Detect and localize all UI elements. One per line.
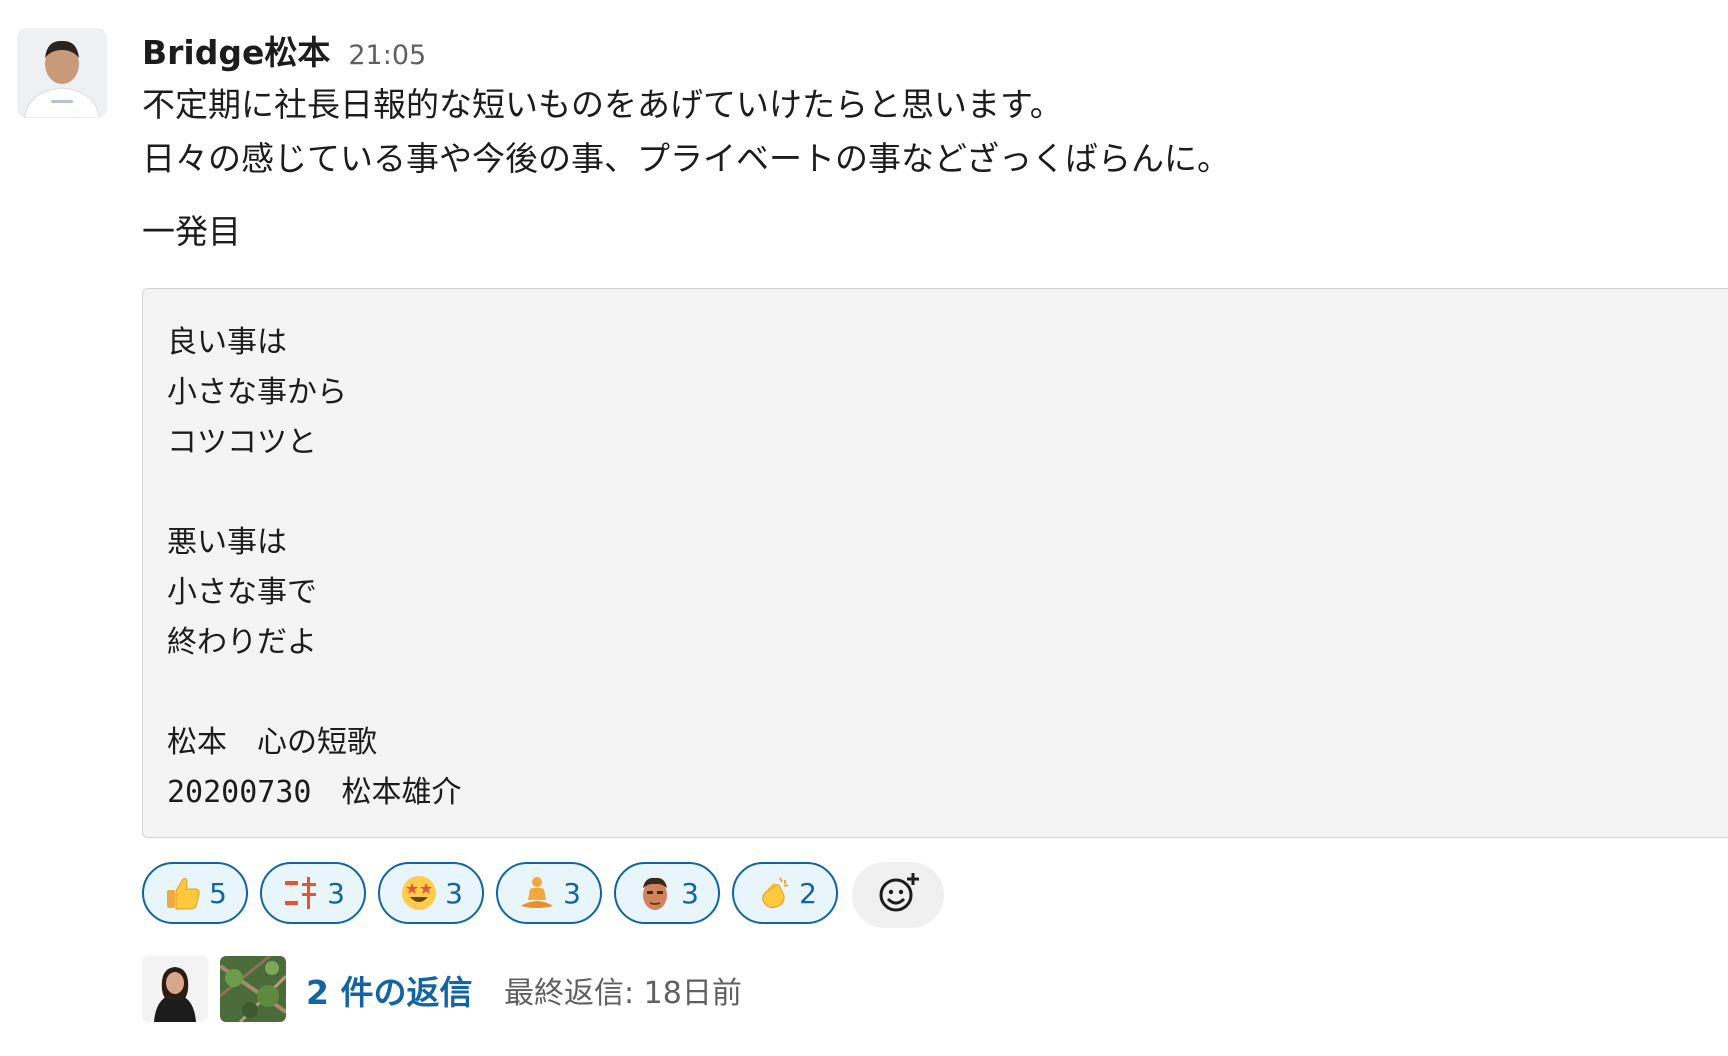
custom-face-icon xyxy=(635,873,675,913)
reaction-thumbs-up[interactable]: 5 xyxy=(142,862,248,924)
reaction-count: 3 xyxy=(327,876,345,910)
message-timestamp[interactable]: 21:05 xyxy=(348,40,426,71)
reply-avatar[interactable] xyxy=(220,956,286,1022)
reaction-star-struck[interactable]: 3 xyxy=(378,862,484,924)
person-meditating-icon xyxy=(517,873,557,913)
reaction-clapping[interactable]: 2 xyxy=(732,862,838,924)
add-reaction-icon xyxy=(875,870,921,920)
code-line: 悪い事は xyxy=(167,525,287,560)
star-struck-face-icon xyxy=(399,873,439,913)
reaction-count: 3 xyxy=(681,876,699,910)
code-line: 小さな事から xyxy=(167,375,347,410)
reaction-count: 5 xyxy=(209,876,227,910)
reply-avatar[interactable] xyxy=(142,956,208,1022)
message-heading: 一発目 xyxy=(142,212,241,251)
kanji-stamp-icon xyxy=(281,873,321,913)
reaction-meditating[interactable]: 3 xyxy=(496,862,602,924)
code-line: 20200730 松本雄介 xyxy=(167,775,462,810)
message: Bridge松本 21:05 不定期に社長日報的な短いものをあげていけたらと思い… xyxy=(0,0,1728,1056)
code-line: 松本 心の短歌 xyxy=(167,725,377,760)
reaction-custom-face[interactable]: 3 xyxy=(614,862,720,924)
reaction-count: 3 xyxy=(563,876,581,910)
code-line: 良い事は xyxy=(167,325,287,360)
reaction-count: 2 xyxy=(799,876,817,910)
clapping-hands-icon xyxy=(753,873,793,913)
code-line: 終わりだよ xyxy=(167,625,317,660)
author-name[interactable]: Bridge松本 xyxy=(142,26,330,74)
reaction-kanji-stamp[interactable]: 3 xyxy=(260,862,366,924)
message-line: 不定期に社長日報的な短いものをあげていけたらと思います。 xyxy=(142,85,1063,124)
code-block: 良い事は 小さな事から コツコツと 悪い事は 小さな事で 終わりだよ 松本 心の… xyxy=(142,288,1728,838)
author-avatar[interactable] xyxy=(17,28,107,118)
thumbs-up-icon xyxy=(163,873,203,913)
code-line: コツコツと xyxy=(167,425,317,460)
add-reaction-button[interactable] xyxy=(852,862,944,928)
code-line: 小さな事で xyxy=(167,575,317,610)
reply-count-link[interactable]: 2 件の返信 xyxy=(306,966,472,1014)
reaction-count: 3 xyxy=(445,876,463,910)
message-line: 日々の感じている事や今後の事、プライベートの事などざっくばらんに。 xyxy=(142,139,1231,178)
last-reply-time: 最終返信: 18日前 xyxy=(504,976,742,1011)
